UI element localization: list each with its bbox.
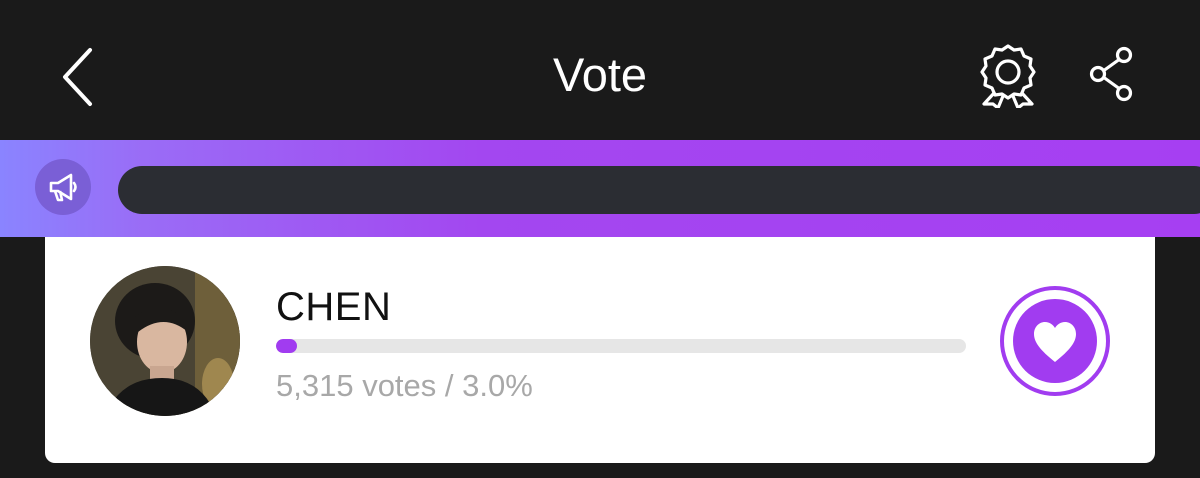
candidate-photo — [90, 266, 240, 416]
share-icon — [1089, 46, 1133, 102]
top-bar: Vote — [0, 0, 1200, 140]
back-button[interactable] — [52, 42, 104, 112]
vote-screen: Vote CHEN 5,315 votes / 3.0% — [0, 0, 1200, 478]
vote-stats: 5,315 votes / 3.0% — [276, 368, 533, 403]
chevron-left-icon — [63, 48, 92, 106]
candidate-name: CHEN — [276, 285, 392, 329]
announcement-marquee[interactable] — [118, 166, 1200, 214]
candidate-card: CHEN 5,315 votes / 3.0% — [45, 237, 1155, 463]
award-button[interactable] — [976, 42, 1040, 110]
award-ribbon-icon — [980, 44, 1036, 110]
vote-progress-bar — [276, 339, 966, 353]
vote-progress-fill — [276, 339, 297, 353]
announcement-button[interactable] — [35, 159, 91, 215]
avatar — [90, 266, 240, 416]
vote-button[interactable] — [1000, 286, 1110, 396]
share-button[interactable] — [1086, 44, 1138, 104]
heart-icon — [1000, 286, 1110, 396]
megaphone-icon — [49, 173, 77, 202]
